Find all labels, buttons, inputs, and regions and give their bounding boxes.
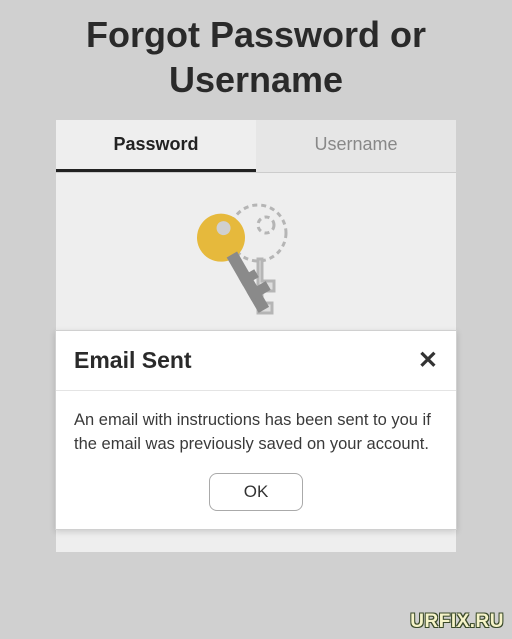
- watermark: URFIX.RU: [410, 611, 504, 633]
- page-title: Forgot Password or Username: [0, 0, 512, 102]
- tab-username[interactable]: Username: [256, 120, 456, 172]
- modal-body-text: An email with instructions has been sent…: [56, 391, 456, 463]
- modal-header: Email Sent ✕: [56, 331, 456, 391]
- tabs: Password Username: [56, 120, 456, 173]
- close-icon[interactable]: ✕: [418, 349, 438, 373]
- email-sent-modal: Email Sent ✕ An email with instructions …: [55, 330, 457, 530]
- modal-title: Email Sent: [74, 347, 192, 374]
- ok-button[interactable]: OK: [209, 473, 304, 511]
- tab-password[interactable]: Password: [56, 120, 256, 172]
- keys-icon: [56, 173, 456, 354]
- modal-footer: OK: [56, 463, 456, 529]
